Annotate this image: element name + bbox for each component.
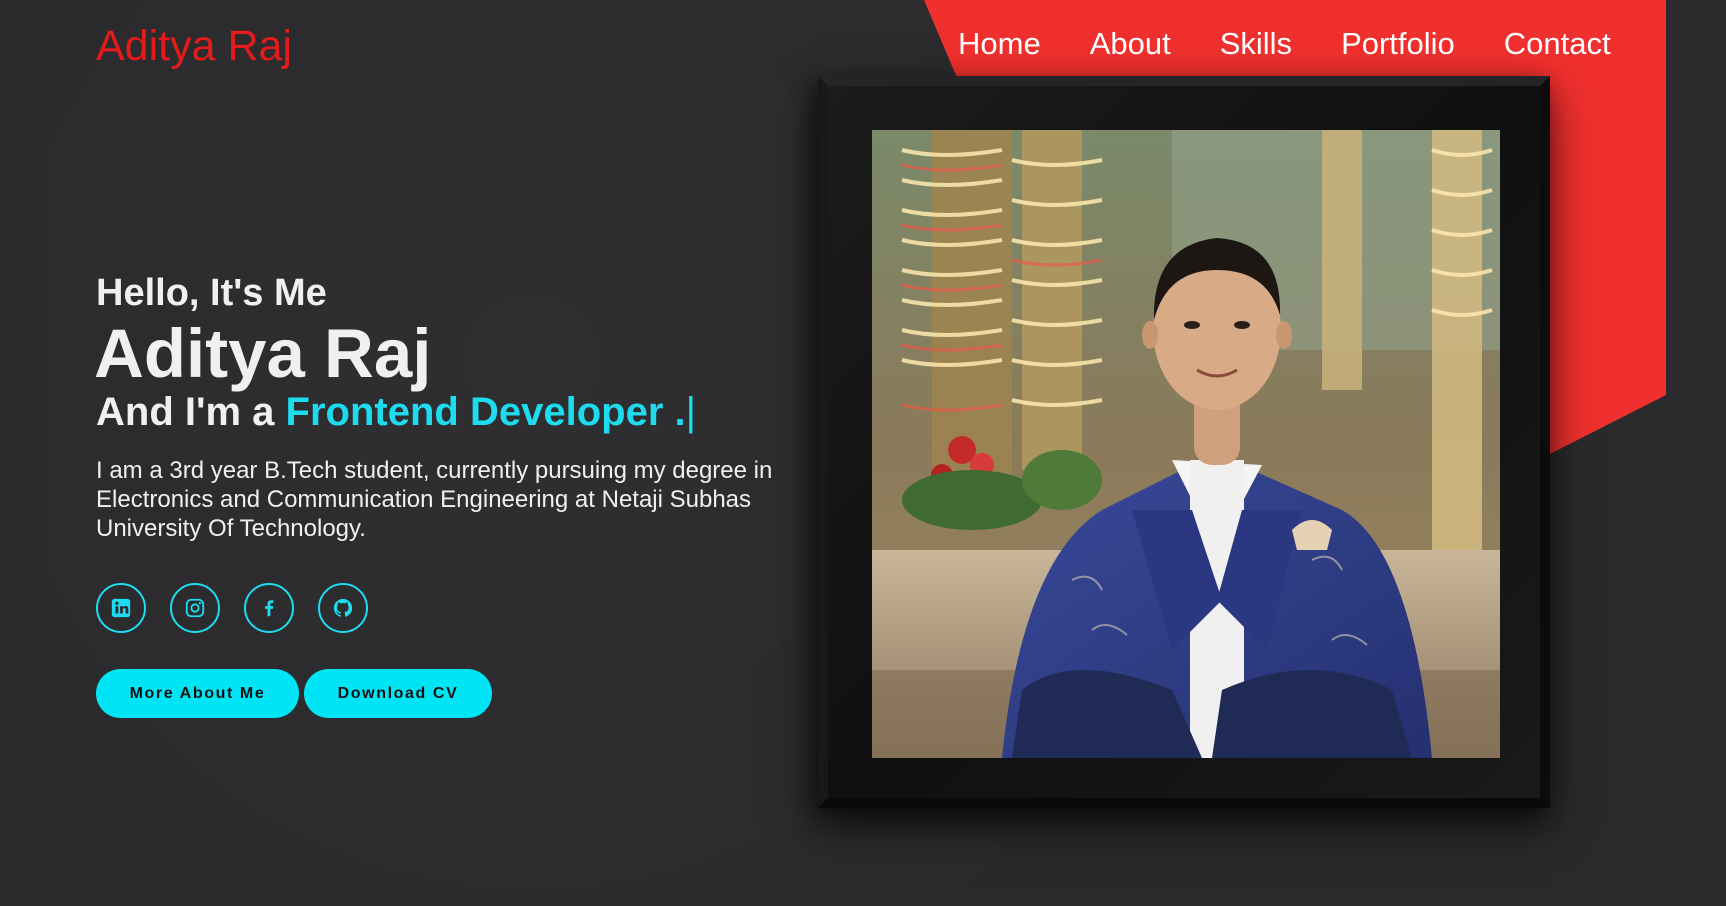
page: Aditya Raj Home About Skills Portfolio C…: [46, 0, 1666, 906]
profile-photo: [872, 130, 1500, 758]
instagram-icon: [185, 598, 205, 618]
hero-actions: More About Me Download CV: [96, 669, 497, 718]
hero-greeting: Hello, It's Me: [96, 272, 327, 314]
download-cv-button[interactable]: Download CV: [304, 669, 492, 718]
role-prefix: And I'm a: [96, 390, 275, 434]
hero-role: And I'm a Frontend Developer .|: [96, 388, 696, 436]
facebook-icon: [265, 600, 274, 617]
hero-name: Aditya Raj: [94, 315, 432, 392]
linkedin-link[interactable]: [96, 583, 146, 633]
photo-frame: [818, 76, 1550, 808]
nav-about[interactable]: About: [1090, 24, 1171, 64]
profile-photo-illustration: [872, 130, 1500, 758]
main-nav: Home About Skills Portfolio Contact: [958, 24, 1611, 64]
facebook-link[interactable]: [244, 583, 294, 633]
more-about-me-button[interactable]: More About Me: [96, 669, 299, 718]
linkedin-icon: [111, 598, 131, 618]
nav-skills[interactable]: Skills: [1220, 24, 1292, 64]
nav-home[interactable]: Home: [958, 24, 1041, 64]
nav-portfolio[interactable]: Portfolio: [1341, 24, 1455, 64]
social-links: [96, 583, 392, 633]
github-icon: [333, 598, 353, 617]
role-highlight: Frontend Developer .: [285, 390, 686, 434]
site-logo[interactable]: Aditya Raj: [96, 20, 292, 72]
hero-description: I am a 3rd year B.Tech student, currentl…: [96, 457, 773, 542]
typing-cursor: |: [685, 390, 696, 434]
instagram-link[interactable]: [170, 583, 220, 633]
nav-contact[interactable]: Contact: [1504, 24, 1611, 64]
github-link[interactable]: [318, 583, 368, 633]
